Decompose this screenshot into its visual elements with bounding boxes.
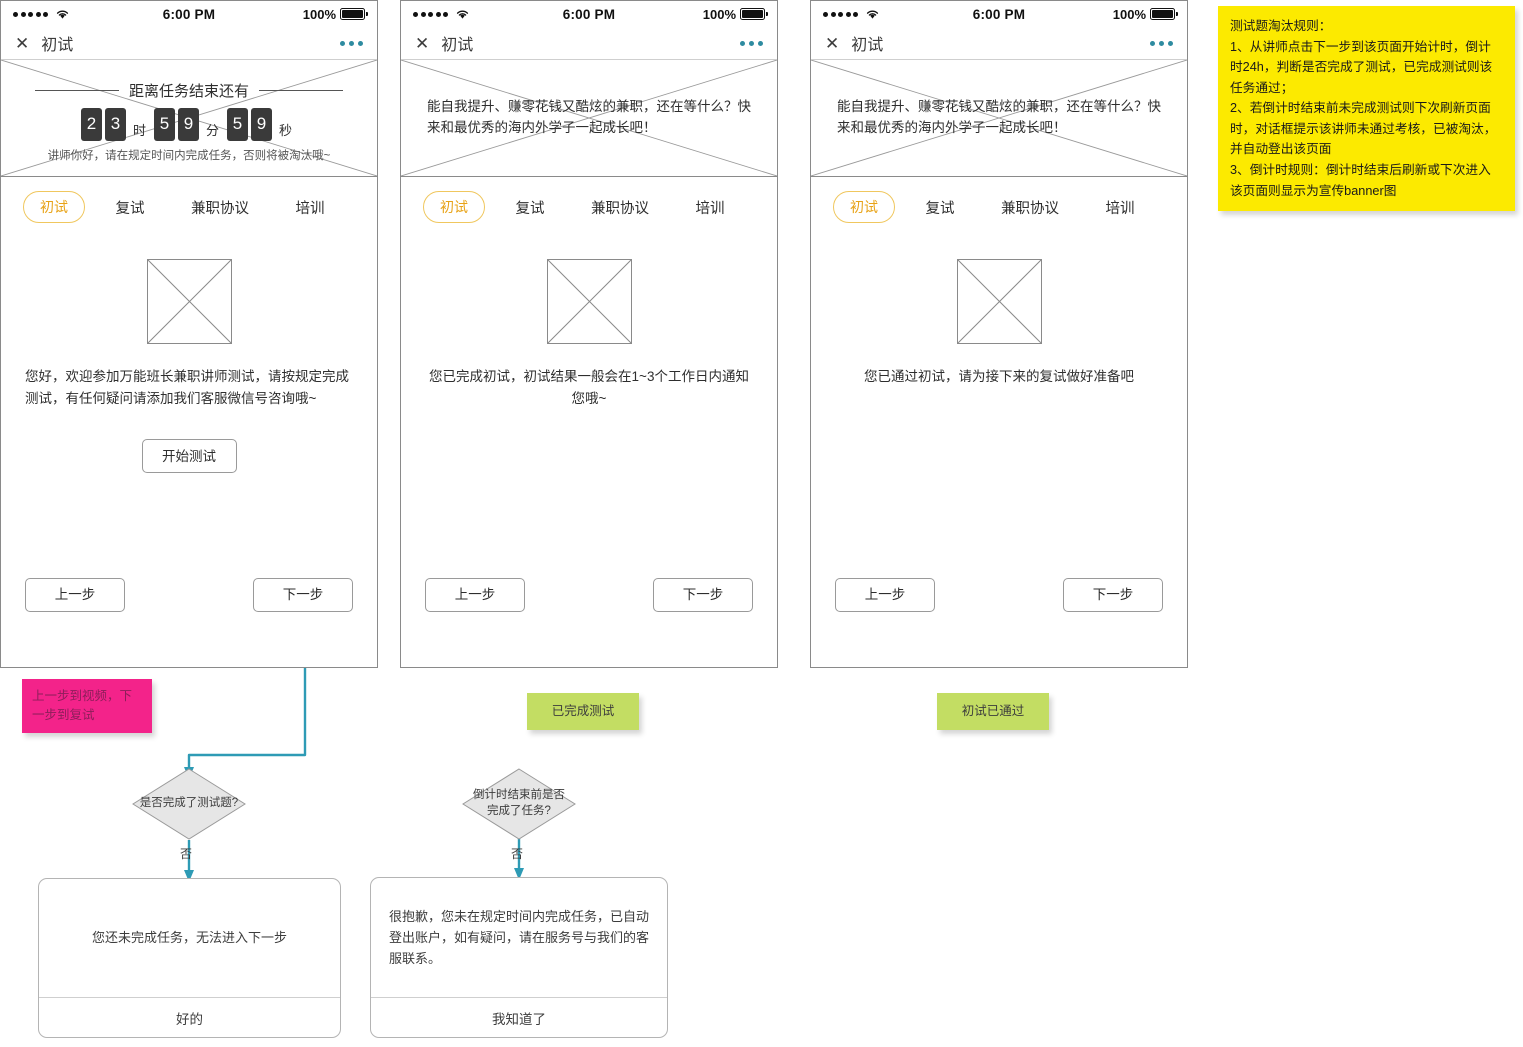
tab-fushi[interactable]: 复试 bbox=[485, 197, 575, 218]
phone-screen-3: 6:00 PM 100% ✕ 初试 能自我提升、赚零花钱又酷炫的兼职，还在等什么… bbox=[810, 0, 1188, 668]
countdown-rule-right bbox=[259, 89, 343, 91]
title-bar: ✕ 初试 bbox=[401, 27, 777, 60]
promo-banner-text-2: 能自我提升、赚零花钱又酷炫的兼职，还在等什么？快来和最优秀的海内外学子一起成长吧… bbox=[427, 99, 751, 135]
tab-chushi[interactable]: 初试 bbox=[23, 191, 85, 223]
tab-peixun[interactable]: 培训 bbox=[665, 197, 755, 218]
decision-node-1-label: 是否完成了测试题? bbox=[139, 797, 239, 810]
more-dots-icon[interactable] bbox=[340, 40, 363, 46]
tab-peixun[interactable]: 培训 bbox=[265, 197, 355, 218]
status-bar-right: 100% bbox=[702, 6, 769, 22]
countdown-second-ones: 9 bbox=[251, 107, 272, 141]
promo-banner-text-3: 能自我提升、赚零花钱又酷炫的兼职，还在等什么？快来和最优秀的海内外学子一起成长吧… bbox=[837, 99, 1161, 135]
countdown-minute-tens: 5 bbox=[153, 107, 175, 141]
battery-full-icon bbox=[340, 8, 369, 20]
battery-percent-label: 100% bbox=[702, 6, 736, 22]
tab-fushi[interactable]: 复试 bbox=[895, 197, 985, 218]
tab-jianzhixieyi[interactable]: 兼职协议 bbox=[175, 197, 265, 218]
countdown-header: 距离任务结束还有 bbox=[1, 80, 377, 101]
tab-bar-3: 初试 复试 兼职协议 培训 bbox=[811, 177, 1187, 223]
tab-jianzhixieyi[interactable]: 兼职协议 bbox=[575, 197, 665, 218]
image-placeholder-icon bbox=[956, 259, 1042, 344]
screen3-content: 您已通过初试，请为接下来的复试做好准备吧 bbox=[811, 259, 1187, 388]
status-bar: 6:00 PM 100% bbox=[401, 1, 777, 27]
screen1-content: 您好，欢迎参加万能班长兼职讲师测试，请按规定完成测试，有任何疑问请添加我们客服微… bbox=[1, 259, 377, 474]
countdown-hour-tens: 2 bbox=[80, 107, 102, 141]
countdown-banner: 距离任务结束还有 2 3 时 5 9 分 5 9 秒 讲师你好，请在规定时间内完… bbox=[1, 60, 377, 177]
screen3-step-buttons: 上一步 下一步 bbox=[811, 578, 1187, 612]
countdown-second-unit: 秒 bbox=[279, 122, 293, 138]
countdown-label: 距离任务结束还有 bbox=[128, 82, 249, 100]
screen2-content: 您已完成初试，初试结果一般会在1~3个工作日内通知您哦~ bbox=[401, 259, 777, 409]
decision-2-edge-label: 否 bbox=[511, 847, 524, 861]
next-step-button-1[interactable]: 下一步 bbox=[253, 578, 353, 612]
tab-jianzhixieyi[interactable]: 兼职协议 bbox=[985, 197, 1075, 218]
battery-full-icon bbox=[740, 8, 769, 20]
title-bar: ✕ 初试 bbox=[1, 27, 377, 60]
more-dots-icon[interactable] bbox=[740, 40, 763, 46]
title-bar: ✕ 初试 bbox=[811, 27, 1187, 60]
tab-bar-2: 初试 复试 兼职协议 培训 bbox=[401, 177, 777, 223]
note-yellow-rules: 测试题淘汰规则： 1、从讲师点击下一步到该页面开始计时，倒计时24h，判断是否完… bbox=[1218, 6, 1515, 212]
prev-step-button-2[interactable]: 上一步 bbox=[425, 578, 525, 612]
screen2-step-buttons: 上一步 下一步 bbox=[401, 578, 777, 612]
close-x-icon[interactable]: ✕ bbox=[415, 35, 429, 52]
tab-peixun[interactable]: 培训 bbox=[1075, 197, 1165, 218]
phone-screen-1: 6:00 PM 100% ✕ 初试 距离任务结束还有 2 3 时 5 9 分 5… bbox=[0, 0, 378, 668]
battery-full-icon bbox=[1150, 8, 1179, 20]
status-bar-right: 100% bbox=[1112, 6, 1179, 22]
tab-bar-1: 初试 复试 兼职协议 培训 bbox=[1, 177, 377, 223]
countdown-minute-ones: 9 bbox=[177, 107, 199, 141]
dialog-incomplete-task: 您还未完成任务，无法进入下一步 好的 bbox=[38, 878, 341, 1038]
status-bar: 6:00 PM 100% bbox=[1, 1, 377, 27]
countdown-minute-unit: 分 bbox=[205, 122, 219, 138]
note-pink-navigation: 上一步到视频，下一步到复试 bbox=[22, 679, 152, 733]
page-title: 初试 bbox=[441, 37, 474, 54]
countdown-digits: 2 3 时 5 9 分 5 9 秒 bbox=[1, 107, 377, 141]
decision-node-1: 是否完成了测试题? bbox=[132, 768, 246, 840]
tab-fushi[interactable]: 复试 bbox=[85, 197, 175, 218]
image-placeholder-icon bbox=[146, 259, 232, 344]
countdown-hour-unit: 时 bbox=[132, 122, 146, 138]
more-dots-icon[interactable] bbox=[1150, 40, 1173, 46]
promo-banner-2: 能自我提升、赚零花钱又酷炫的兼职，还在等什么？快来和最优秀的海内外学子一起成长吧… bbox=[401, 60, 777, 177]
phone-screen-2: 6:00 PM 100% ✕ 初试 能自我提升、赚零花钱又酷炫的兼职，还在等什么… bbox=[400, 0, 778, 668]
next-step-button-2[interactable]: 下一步 bbox=[653, 578, 753, 612]
countdown-note: 讲师你好，请在规定时间内完成任务，否则将被淘汰哦~ bbox=[47, 149, 331, 162]
countdown-rule-left bbox=[34, 89, 119, 91]
tab-chushi[interactable]: 初试 bbox=[423, 191, 485, 223]
decision-1-edge-label: 否 bbox=[180, 847, 193, 861]
promo-banner-3: 能自我提升、赚零花钱又酷炫的兼职，还在等什么？快来和最优秀的海内外学子一起成长吧… bbox=[811, 60, 1187, 177]
prev-step-button-3[interactable]: 上一步 bbox=[835, 578, 935, 612]
dialog-1-body: 您还未完成任务，无法进入下一步 bbox=[91, 930, 287, 946]
image-placeholder-icon bbox=[546, 259, 632, 344]
status-bar-right: 100% bbox=[302, 6, 369, 22]
battery-percent-label: 100% bbox=[302, 6, 336, 22]
next-step-button-3[interactable]: 下一步 bbox=[1063, 578, 1163, 612]
decision-node-2-label: 倒计时结束前是否完成了任务? bbox=[473, 789, 565, 817]
close-x-icon[interactable]: ✕ bbox=[15, 35, 29, 52]
countdown-second-tens: 5 bbox=[227, 107, 248, 141]
page-title: 初试 bbox=[41, 37, 74, 54]
screen3-body-text: 您已通过初试，请为接下来的复试做好准备吧 bbox=[864, 369, 1134, 384]
countdown-hour-ones: 3 bbox=[104, 107, 126, 141]
dialog-2-confirm-button[interactable]: 我知道了 bbox=[371, 997, 667, 1037]
decision-node-2: 倒计时结束前是否完成了任务? bbox=[462, 768, 576, 840]
start-test-button[interactable]: 开始测试 bbox=[141, 439, 237, 474]
prev-step-button-1[interactable]: 上一步 bbox=[25, 578, 125, 612]
note-green-passed: 初试已通过 bbox=[937, 693, 1049, 730]
screen1-body-text: 您好，欢迎参加万能班长兼职讲师测试，请按规定完成测试，有任何疑问请添加我们客服微… bbox=[25, 369, 349, 406]
battery-percent-label: 100% bbox=[1112, 6, 1146, 22]
close-x-icon[interactable]: ✕ bbox=[825, 35, 839, 52]
screen1-step-buttons: 上一步 下一步 bbox=[1, 578, 377, 612]
tab-chushi[interactable]: 初试 bbox=[833, 191, 895, 223]
dialog-1-confirm-button[interactable]: 好的 bbox=[39, 997, 340, 1037]
dialog-2-body: 很抱歉，您未在规定时间内完成任务，已自动登出账户，如有疑问，请在服务号与我们的客… bbox=[389, 908, 650, 967]
status-bar: 6:00 PM 100% bbox=[811, 1, 1187, 27]
page-title: 初试 bbox=[851, 37, 884, 54]
dialog-timeout-logout: 很抱歉，您未在规定时间内完成任务，已自动登出账户，如有疑问，请在服务号与我们的客… bbox=[370, 877, 668, 1038]
note-green-completed: 已完成测试 bbox=[527, 693, 639, 730]
screen2-body-text: 您已完成初试，初试结果一般会在1~3个工作日内通知您哦~ bbox=[429, 369, 749, 406]
